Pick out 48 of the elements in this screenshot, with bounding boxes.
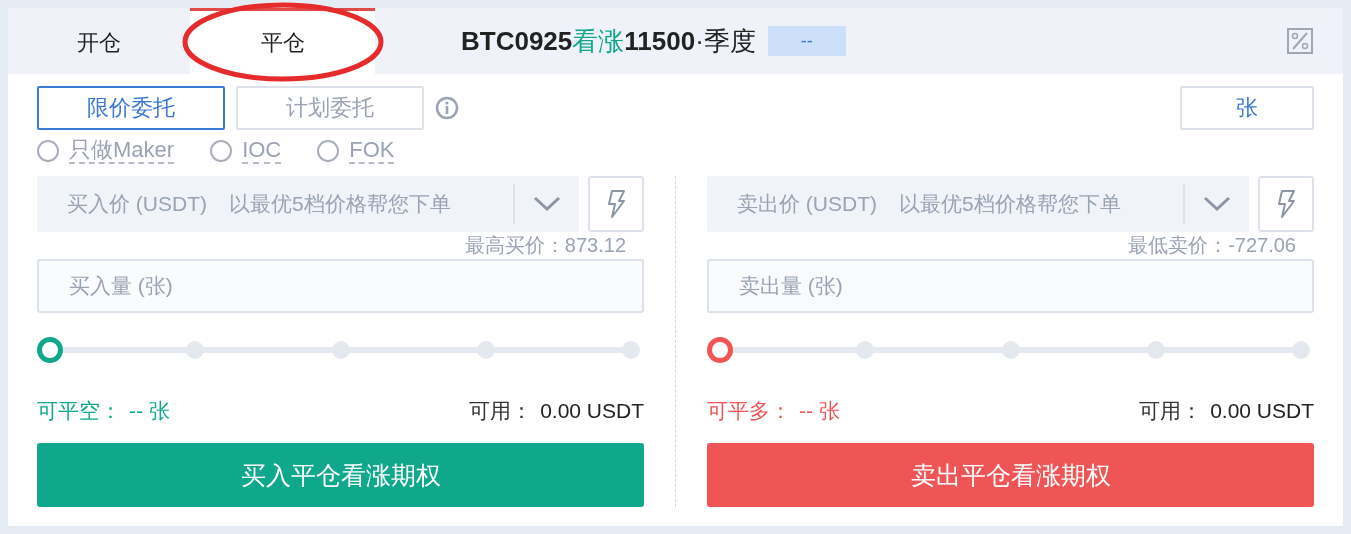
available-value: 0.00 USDT (1210, 399, 1314, 424)
closable-value: -- 张 (799, 398, 840, 425)
sell-button[interactable]: 卖出平仓看涨期权 (707, 443, 1314, 508)
chevron-down-icon[interactable] (533, 196, 561, 213)
best-price: 最低卖价：-727.06 (1128, 233, 1296, 259)
slider-step-dot[interactable] (622, 341, 640, 360)
available-value: 0.00 USDT (540, 399, 644, 424)
price-badge: -- (767, 26, 846, 56)
option-label: 只做Maker (69, 138, 175, 165)
slider-thumb[interactable] (37, 337, 63, 364)
closable-value: -- 张 (129, 398, 170, 425)
contract-strike: 11500 (624, 25, 696, 57)
price-label: 买入价 (USDT) (67, 191, 207, 218)
order-type-tab[interactable]: 计划委托 (236, 86, 424, 130)
radio-button[interactable] (37, 140, 59, 163)
percent-icon[interactable] (1287, 28, 1313, 54)
option-label: FOK (349, 138, 395, 165)
buy-button[interactable]: 买入平仓看涨期权 (37, 443, 644, 508)
contract-code: BTC0925 (461, 25, 573, 57)
tab[interactable]: 开仓 (8, 8, 190, 74)
tab[interactable]: 平仓 (190, 8, 375, 74)
contract-direction: 看涨 (572, 24, 625, 58)
price-input[interactable]: 以最优5档价格帮您下单 (227, 191, 513, 218)
price-field[interactable]: 买入价 (USDT) 以最优5档价格帮您下单 (37, 176, 579, 233)
lightning-icon (606, 189, 626, 220)
chevron-down-icon[interactable] (1203, 196, 1231, 213)
available-label: 可用： (1139, 398, 1203, 425)
best-price: 最高买价：873.12 (464, 233, 626, 259)
amount-field[interactable]: 买入量 (张) (37, 259, 644, 314)
closable-label: 可平多： (707, 398, 791, 425)
order-type-tab[interactable]: 限价委托 (37, 86, 225, 130)
available-label: 可用： (469, 398, 533, 425)
slider-thumb[interactable] (707, 337, 733, 364)
option-label: IOC (242, 138, 282, 165)
price-field[interactable]: 卖出价 (USDT) 以最优5档价格帮您下单 (707, 176, 1249, 233)
amount-field[interactable]: 卖出量 (张) (707, 259, 1314, 314)
slider-step-dot[interactable] (1292, 341, 1310, 360)
price-input[interactable]: 以最优5档价格帮您下单 (897, 191, 1183, 218)
lightning-button[interactable] (1258, 176, 1314, 233)
radio-button[interactable] (210, 140, 233, 163)
closable-label: 可平空： (37, 398, 121, 425)
lightning-button[interactable] (588, 176, 644, 233)
lightning-icon (1276, 189, 1296, 220)
contract-period: ·季度 (695, 24, 756, 58)
unit-button[interactable]: 张 (1180, 86, 1314, 130)
price-label: 卖出价 (USDT) (737, 191, 877, 218)
radio-button[interactable] (317, 140, 340, 163)
info-icon[interactable] (435, 96, 459, 120)
